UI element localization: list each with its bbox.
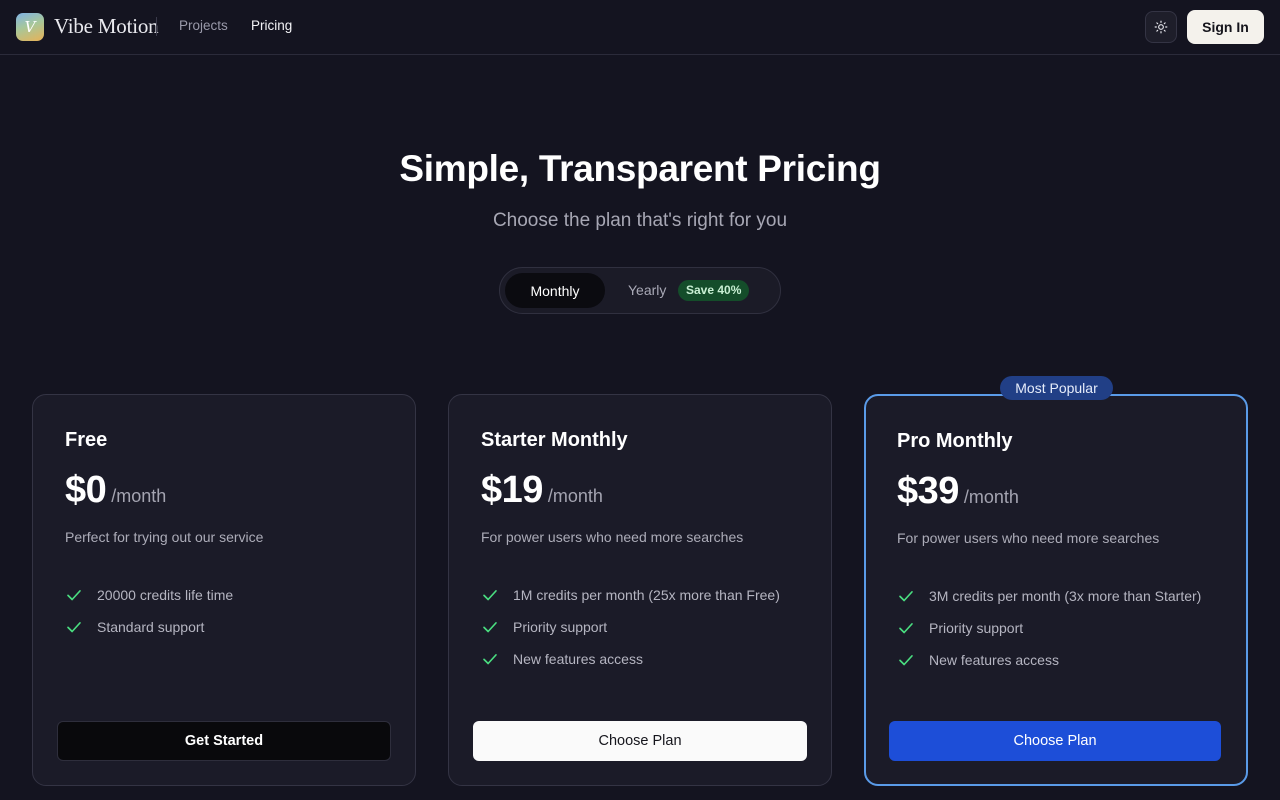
sign-in-button[interactable]: Sign In — [1187, 10, 1264, 44]
plan-card-pro: Pro Monthly $39 /month For power users w… — [864, 394, 1248, 786]
check-icon — [67, 622, 81, 633]
plan-name: Starter Monthly — [481, 429, 628, 451]
plan-price-row: $19 /month — [481, 469, 603, 512]
check-icon — [483, 622, 497, 633]
plan-feature-list: 3M credits per month (3x more than Start… — [897, 580, 1201, 676]
theme-toggle-button[interactable] — [1145, 11, 1177, 43]
check-icon — [483, 654, 497, 665]
plan-description: For power users who need more searches — [481, 529, 744, 545]
feature-text: Priority support — [513, 619, 608, 635]
check-icon — [899, 623, 913, 634]
plan-price: $39 — [897, 470, 959, 512]
check-icon — [899, 655, 913, 666]
feature-item: Standard support — [65, 611, 233, 643]
feature-text: 1M credits per month (25x more than Free… — [513, 587, 780, 603]
plan-price-row: $0 /month — [65, 469, 166, 512]
toggle-yearly[interactable]: Yearly — [628, 282, 666, 298]
nav-link-pricing[interactable]: Pricing — [251, 18, 292, 33]
feature-text: New features access — [929, 652, 1059, 668]
feature-text: 20000 credits life time — [97, 587, 234, 603]
feature-item: Priority support — [897, 612, 1201, 644]
page-title: Simple, Transparent Pricing — [399, 148, 881, 189]
feature-text: 3M credits per month (3x more than Start… — [929, 588, 1202, 604]
plan-period: /month — [111, 486, 167, 506]
feature-item: 1M credits per month (25x more than Free… — [481, 579, 780, 611]
plan-period: /month — [963, 487, 1019, 507]
save-badge: Save 40% — [678, 280, 750, 301]
feature-text: Standard support — [97, 619, 205, 635]
check-icon — [899, 591, 913, 602]
plan-description: For power users who need more searches — [897, 530, 1160, 546]
plan-period: /month — [547, 486, 603, 506]
plan-card-free: Free $0 /month Perfect for trying out ou… — [32, 394, 416, 786]
plan-feature-list: 20000 credits life time Standard support — [65, 579, 233, 643]
brand-name[interactable]: Vibe Motion — [54, 14, 159, 39]
feature-text: New features access — [513, 651, 643, 667]
plan-name: Free — [65, 429, 108, 451]
get-started-button[interactable]: Get Started — [57, 721, 391, 761]
plan-price-row: $39 /month — [897, 470, 1019, 513]
choose-plan-button-starter[interactable]: Choose Plan — [473, 721, 807, 761]
page-subtitle: Choose the plan that's right for you — [492, 210, 788, 231]
plan-name: Pro Monthly — [897, 430, 1013, 452]
feature-item: Priority support — [481, 611, 780, 643]
most-popular-badge: Most Popular — [1000, 376, 1113, 400]
nav-link-projects[interactable]: Projects — [179, 18, 228, 33]
plan-feature-list: 1M credits per month (25x more than Free… — [481, 579, 780, 675]
logo-letter: V — [24, 18, 36, 36]
feature-item: New features access — [897, 644, 1201, 676]
feature-text: Priority support — [929, 620, 1024, 636]
choose-plan-button-pro[interactable]: Choose Plan — [889, 721, 1221, 761]
brand-divider — [156, 17, 157, 36]
feature-item: 3M credits per month (3x more than Start… — [897, 580, 1201, 612]
plan-card-starter: Starter Monthly $19 /month For power use… — [448, 394, 832, 786]
feature-item: 20000 credits life time — [65, 579, 233, 611]
billing-period-toggle: Monthly Yearly Save 40% — [499, 267, 781, 314]
plan-price: $19 — [481, 469, 543, 511]
plan-description: Perfect for trying out our service — [65, 529, 264, 545]
feature-item: New features access — [481, 643, 780, 675]
sun-icon — [1154, 20, 1168, 34]
top-nav-bar: V Vibe Motion Projects Pricing Sign In — [0, 0, 1280, 55]
plan-price: $0 — [65, 469, 107, 511]
check-icon — [67, 590, 81, 601]
toggle-monthly[interactable]: Monthly — [505, 273, 605, 308]
check-icon — [483, 590, 497, 601]
app-logo[interactable]: V — [16, 13, 44, 41]
